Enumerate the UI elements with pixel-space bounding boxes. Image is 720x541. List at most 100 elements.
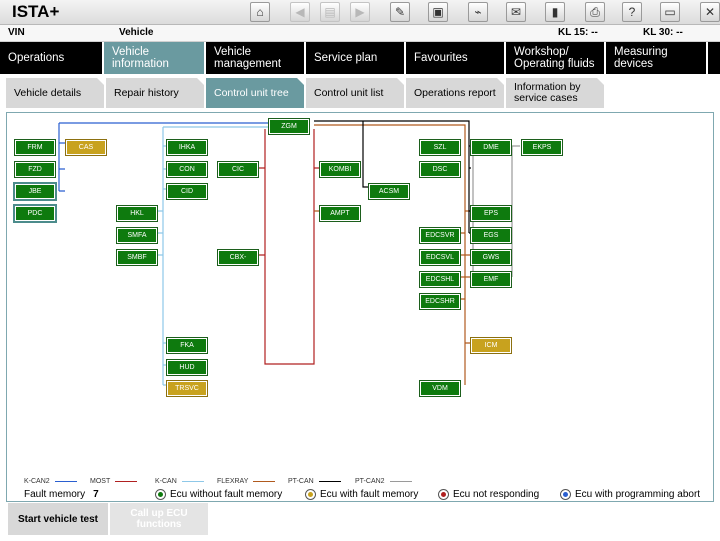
legend-bus-6: PT-CAN2 bbox=[355, 478, 412, 485]
ecu-dsc[interactable]: DSC bbox=[419, 161, 461, 178]
ecu-jbe[interactable]: JBE bbox=[13, 182, 57, 201]
connection-icon[interactable]: ⌁ bbox=[468, 2, 488, 22]
ecu-zgm[interactable]: ZGM bbox=[268, 118, 310, 135]
legend-bus-label: MOST bbox=[90, 478, 111, 485]
ecu-edcshr[interactable]: EDCSHR bbox=[419, 293, 461, 310]
legend-status-3: Ecu not responding bbox=[438, 489, 539, 500]
ecu-smbf[interactable]: SMBF bbox=[116, 249, 158, 266]
ecu-trsvc[interactable]: TRSVC bbox=[166, 380, 208, 397]
mail-icon[interactable]: ✉ bbox=[506, 2, 526, 22]
control-unit-tree: ZGM FRM CAS FZD JBE PDC IHKA CON CID CIC HKL SMFA SM… bbox=[6, 112, 714, 502]
ecu-dme[interactable]: DME bbox=[470, 139, 512, 156]
document-icon[interactable]: ▤ bbox=[320, 2, 340, 22]
call-up-ecu-functions-button[interactable]: Call up ECU functions bbox=[110, 503, 208, 535]
main-nav: Operations Vehicle information Vehicle man… bbox=[0, 42, 720, 74]
legend-status-label: Ecu not responding bbox=[453, 489, 540, 500]
kl30-status: KL 30: -- bbox=[643, 27, 683, 38]
legend-bus-swatch bbox=[318, 481, 341, 482]
legend-bus-swatch bbox=[181, 481, 204, 482]
bus-connections bbox=[58, 120, 520, 386]
battery-icon[interactable]: ▮ bbox=[545, 2, 565, 22]
legend-bus-4: FLEXRAY bbox=[217, 478, 276, 485]
subnav-tab-1[interactable]: Vehicle details bbox=[6, 78, 104, 108]
ecu-ekps[interactable]: EKPS bbox=[521, 139, 563, 156]
ecu-fzd[interactable]: FZD bbox=[14, 161, 56, 178]
ecu-frm[interactable]: FRM bbox=[14, 139, 56, 156]
ecu-smfa[interactable]: SMFA bbox=[116, 227, 158, 244]
nav-tab-5[interactable]: Favourites bbox=[406, 42, 506, 74]
nav-tab-3[interactable]: Vehicle management bbox=[206, 42, 306, 74]
forward-icon[interactable]: ▶ bbox=[350, 2, 370, 22]
legend-status-label: Ecu with programming abort bbox=[575, 489, 701, 500]
legend-bus-swatch bbox=[54, 481, 77, 482]
ecu-acsm[interactable]: ACSM bbox=[368, 183, 410, 200]
legend-bus-1: K-CAN2 bbox=[24, 478, 77, 485]
legend-bus-3: K-CAN bbox=[155, 478, 204, 485]
ecu-ihka[interactable]: IHKA bbox=[166, 139, 208, 156]
legend-bus-label: K-CAN bbox=[155, 478, 177, 485]
vehicle-info-bar: VIN Vehicle KL 15: -- KL 30: -- bbox=[0, 25, 720, 42]
legend-bus-5: PT-CAN bbox=[288, 478, 341, 485]
nav-tab-1[interactable]: Operations bbox=[0, 42, 104, 74]
nav-tab-2[interactable]: Vehicle information bbox=[104, 42, 206, 74]
title-bar: ISTA+ ⌂ ◀ ▤ ▶ ✎ ▣ ⌁ ✉ ▮ ⎙? ▭ ✕ bbox=[0, 0, 720, 25]
ecu-egs[interactable]: EGS bbox=[470, 227, 512, 244]
subnav-tab-5[interactable]: Operations report bbox=[406, 78, 504, 108]
ecu-cas[interactable]: CAS bbox=[65, 139, 107, 156]
legend-bus-label: PT-CAN2 bbox=[355, 478, 385, 485]
close-icon[interactable]: ✕ bbox=[700, 2, 720, 22]
help-icon[interactable]: ? bbox=[622, 2, 642, 22]
print-icon[interactable]: ⎙ bbox=[585, 2, 605, 22]
ecu-icm[interactable]: ICM bbox=[470, 337, 512, 354]
subnav-tab-4[interactable]: Control unit list bbox=[306, 78, 404, 108]
ecu-edcsvl[interactable]: EDCSVL bbox=[419, 249, 461, 266]
ecu-pdc[interactable]: PDC bbox=[13, 204, 57, 223]
fault-memory-label: Fault memory bbox=[24, 489, 86, 500]
ecu-gws[interactable]: GWS bbox=[470, 249, 512, 266]
ecu-szl[interactable]: SZL bbox=[419, 139, 461, 156]
ecu-edcshl[interactable]: EDCSHL bbox=[419, 271, 461, 288]
legend-bus-label: PT-CAN bbox=[288, 478, 314, 485]
sub-nav: Vehicle details Repair history Control uni… bbox=[0, 74, 720, 110]
legend-bus-swatch bbox=[389, 481, 412, 482]
nav-tab-7[interactable]: Measuring devices bbox=[606, 42, 708, 74]
ecu-vdm[interactable]: VDM bbox=[419, 380, 461, 397]
ecu-cic[interactable]: CIC bbox=[217, 161, 259, 178]
ecu-con[interactable]: CON bbox=[166, 161, 208, 178]
ecu-kombi[interactable]: KOMBI bbox=[319, 161, 361, 178]
ecu-hkl[interactable]: HKL bbox=[116, 205, 158, 222]
app-logo: ISTA+ bbox=[12, 2, 60, 21]
status-dot-icon bbox=[155, 489, 166, 500]
ecu-hud[interactable]: HUD bbox=[166, 359, 208, 376]
legend-bus-swatch bbox=[253, 481, 276, 482]
vin-label: VIN bbox=[8, 27, 25, 38]
subnav-tab-3[interactable]: Control unit tree bbox=[206, 78, 304, 108]
legend-status-label: Ecu with fault memory bbox=[320, 489, 419, 500]
legend-status-2: Ecu with fault memory bbox=[305, 489, 418, 500]
ecu-ampt[interactable]: AMPT bbox=[319, 205, 361, 222]
fault-memory-indicator: Fault memory 7 bbox=[24, 489, 99, 500]
vehicle-id-icon[interactable]: ▣ bbox=[428, 2, 448, 22]
back-icon[interactable]: ◀ bbox=[290, 2, 310, 22]
ecu-cbx-media[interactable]: CBX-MEDIA bbox=[217, 249, 259, 274]
ecu-eps[interactable]: EPS bbox=[470, 205, 512, 222]
status-dot-icon bbox=[305, 489, 316, 500]
status-dot-icon bbox=[560, 489, 571, 500]
subnav-tab-6[interactable]: Information by service cases bbox=[506, 78, 604, 108]
legend-bus-label: FLEXRAY bbox=[217, 478, 249, 485]
kl15-status: KL 15: -- bbox=[558, 27, 598, 38]
home-icon[interactable]: ⌂ bbox=[250, 2, 270, 22]
legend-status-1: Ecu without fault memory bbox=[155, 489, 282, 500]
ecu-fka[interactable]: FKA bbox=[166, 337, 208, 354]
legend-bus-2: MOST bbox=[90, 478, 138, 485]
nav-tab-6[interactable]: Workshop/ Operating fluids bbox=[506, 42, 606, 74]
start-vehicle-test-button[interactable]: Start vehicle test bbox=[8, 503, 108, 535]
wrench-icon[interactable]: ✎ bbox=[390, 2, 410, 22]
ecu-cid[interactable]: CID bbox=[166, 183, 208, 200]
ecu-edcsvr[interactable]: EDCSVR bbox=[419, 227, 461, 244]
subnav-tab-2[interactable]: Repair history bbox=[106, 78, 204, 108]
ecu-emf[interactable]: EMF bbox=[470, 271, 512, 288]
nav-tab-4[interactable]: Service plan bbox=[306, 42, 406, 74]
legend-bus-swatch bbox=[115, 481, 138, 482]
minimize-icon[interactable]: ▭ bbox=[660, 2, 680, 22]
